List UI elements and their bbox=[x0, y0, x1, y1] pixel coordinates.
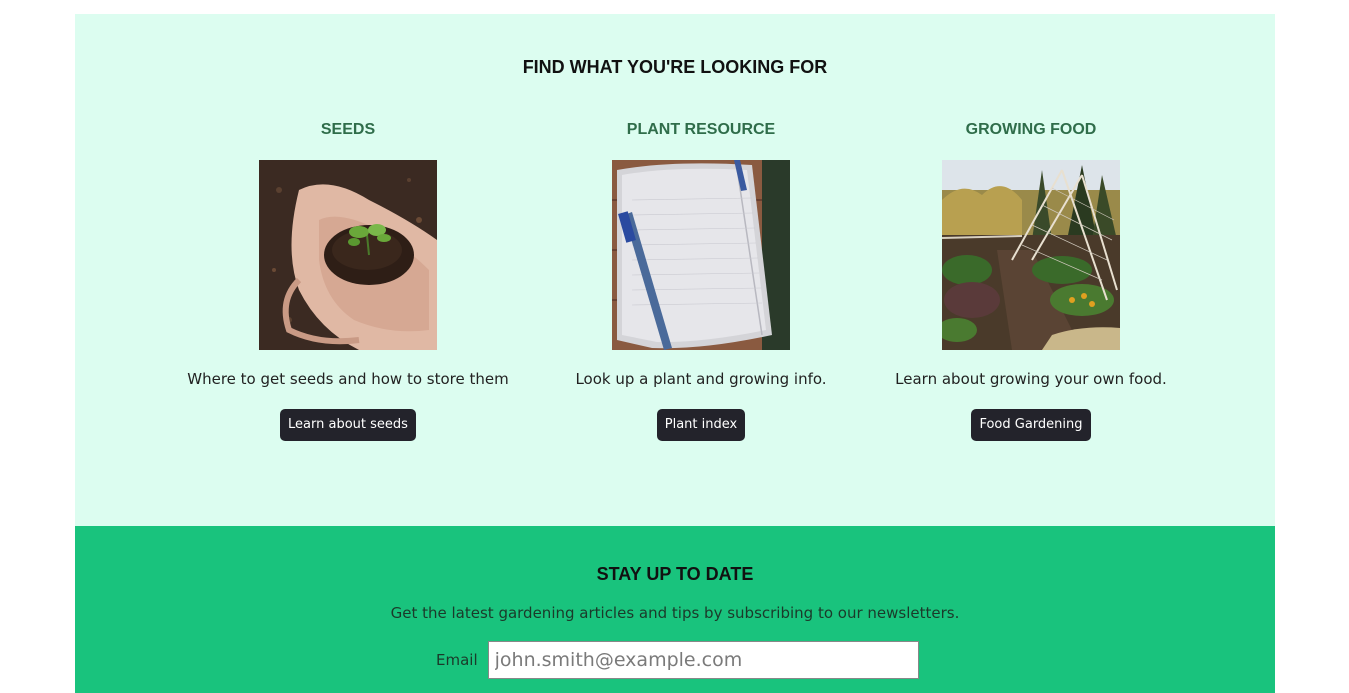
card-title: SEEDS bbox=[320, 121, 376, 138]
notebook-pen-image bbox=[612, 160, 790, 350]
newsletter-title: STAY UP TO DATE bbox=[596, 564, 754, 584]
card-growing-food: GROWING FOOD Learn about growing your ow… bbox=[861, 120, 1201, 441]
find-section-title: FIND WHAT YOU'RE LOOKING FOR bbox=[522, 57, 828, 77]
card-description: Learn about growing your own food. bbox=[895, 370, 1167, 388]
vegetable-garden-image bbox=[942, 160, 1120, 350]
newsletter-section: STAY UP TO DATE Get the latest gardening… bbox=[75, 526, 1275, 693]
newsletter-description: Get the latest gardening articles and ti… bbox=[390, 604, 960, 622]
page: FIND WHAT YOU'RE LOOKING FOR SEEDS Where… bbox=[0, 0, 1349, 693]
card-plant-resource: PLANT RESOURCE Look up a plant and growi… bbox=[531, 120, 871, 441]
card-seeds: SEEDS Where to get seeds and how to stor… bbox=[178, 120, 518, 441]
find-section: FIND WHAT YOU'RE LOOKING FOR SEEDS Where… bbox=[75, 14, 1275, 526]
food-gardening-button[interactable]: Food Gardening bbox=[971, 409, 1091, 441]
card-title: GROWING FOOD bbox=[965, 121, 1097, 138]
card-description: Where to get seeds and how to store them bbox=[187, 370, 509, 388]
email-row: Email bbox=[436, 640, 919, 680]
email-input[interactable] bbox=[487, 641, 919, 679]
learn-about-seeds-button[interactable]: Learn about seeds bbox=[280, 409, 416, 441]
email-label: Email bbox=[436, 651, 478, 669]
plant-index-button[interactable]: Plant index bbox=[656, 409, 746, 441]
hands-seedling-image bbox=[259, 160, 437, 350]
card-description: Look up a plant and growing info. bbox=[575, 370, 827, 388]
card-title: PLANT RESOURCE bbox=[626, 121, 776, 138]
